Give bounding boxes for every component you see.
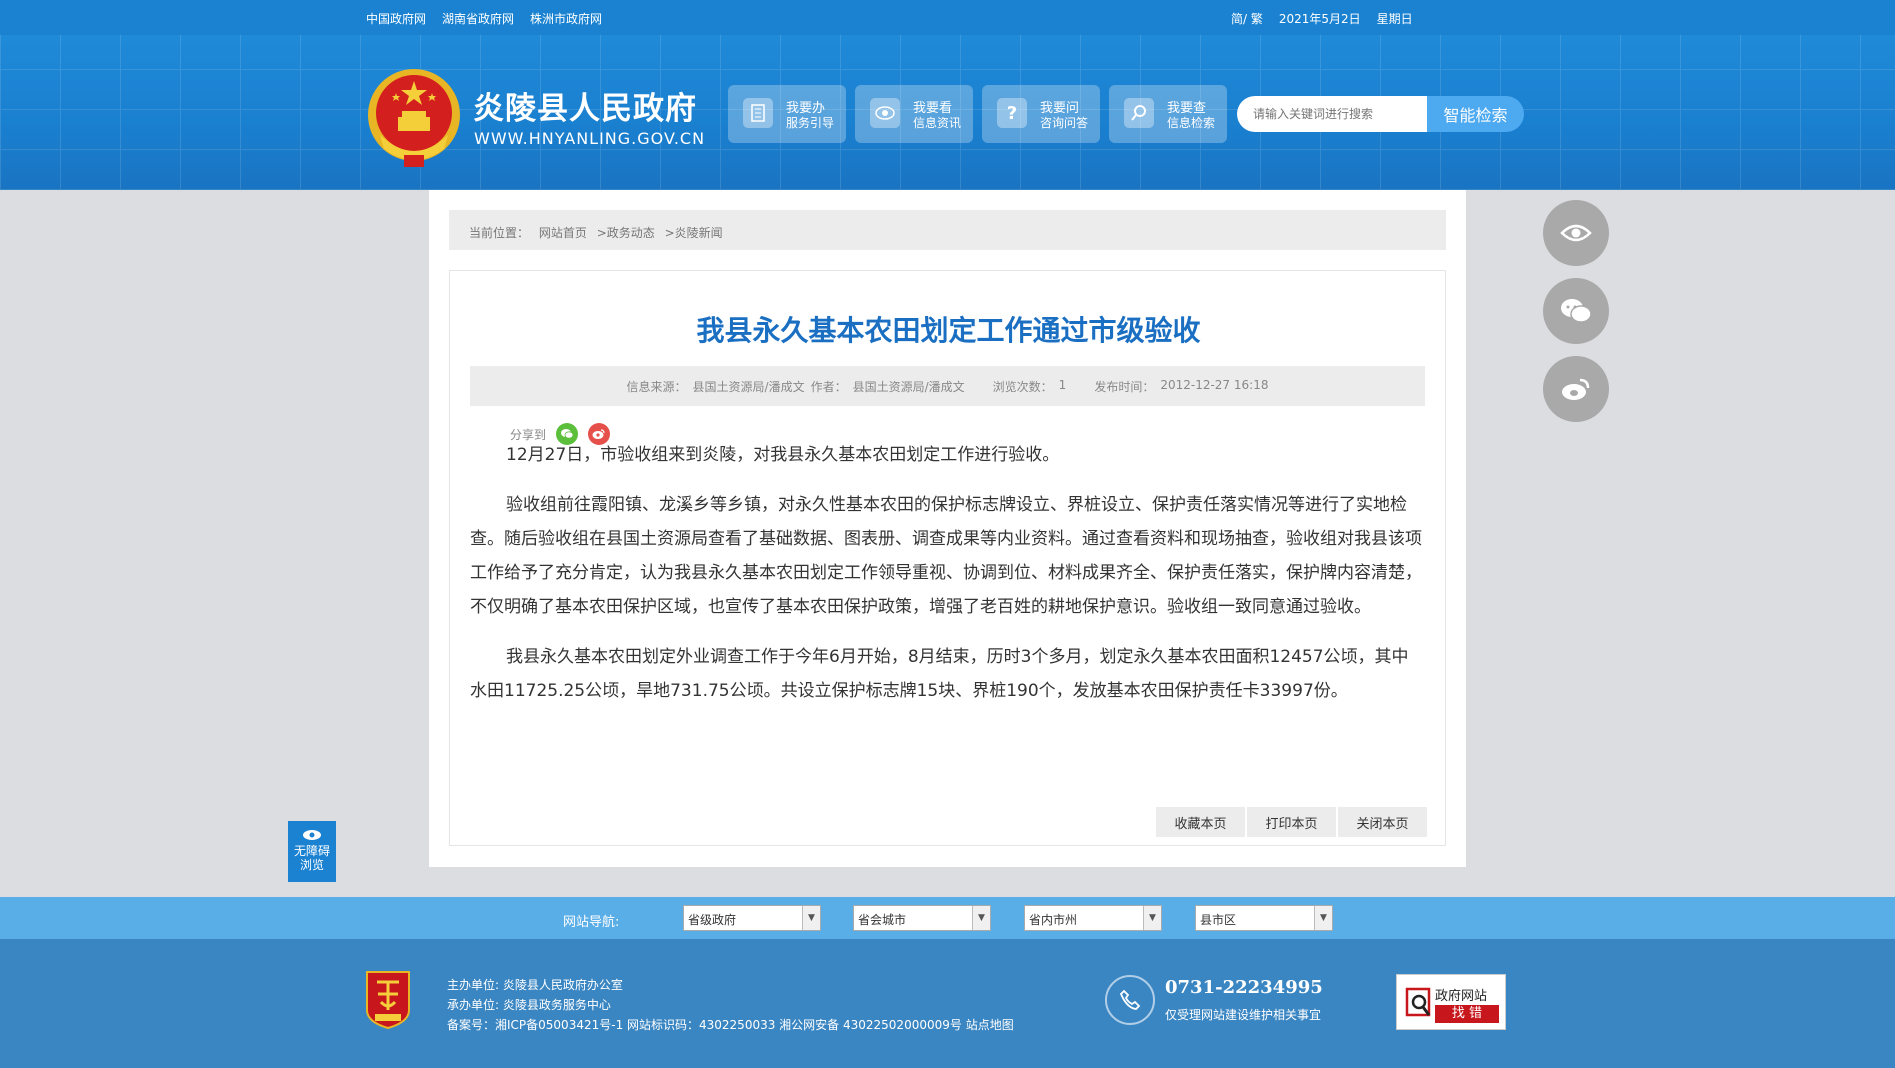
content-panel: 当前位置： 网站首页 >政务动态 >炎陵新闻 我县永久基本农田划定工作通过市级验… <box>429 190 1466 867</box>
breadcrumb-yanling-news[interactable]: >炎陵新闻 <box>665 226 723 240</box>
accessibility-button[interactable]: 无障碍 浏览 <box>288 821 336 882</box>
footer-info: 主办单位: 炎陵县人民政府办公室 承办单位: 炎陵县政务服务中心 备案号：湘IC… <box>447 975 1014 1035</box>
select-county[interactable]: 县市区 ▼ <box>1195 905 1333 931</box>
float-wechat-button[interactable] <box>1543 278 1609 344</box>
host-label: 主办单位: <box>447 978 500 992</box>
service-do-button[interactable]: 我要办 服务引导 <box>728 85 846 143</box>
record-info: 备案号：湘ICP备05003421号-1 网站标识码：4302250033 湘公… <box>447 1018 1014 1032</box>
chevron-down-icon: ▼ <box>972 906 990 930</box>
service-search-sub: 信息检索 <box>1167 116 1216 130</box>
article-actions: 收藏本页 打印本页 关闭本页 <box>1156 807 1427 837</box>
bookmark-button[interactable]: 收藏本页 <box>1156 807 1245 837</box>
article: 我县永久基本农田划定工作通过市级验收 信息来源： 县国土资源局/潘成文 作者： 县国… <box>449 270 1446 846</box>
national-emblem-icon <box>368 69 460 167</box>
article-body: 12月27日，市验收组来到炎陵，对我县永久基本农田划定工作进行验收。 验收组前往… <box>470 438 1425 724</box>
contact-phone: 0731-22234995 <box>1165 977 1323 998</box>
accessibility-label-1: 无障碍 <box>293 844 330 858</box>
report-line1: 政府网站 <box>1435 989 1488 1004</box>
chevron-down-icon: ▼ <box>802 906 820 930</box>
select-value: 省内市州 <box>1029 913 1078 927</box>
current-weekday: 星期日 <box>1376 12 1413 26</box>
select-province-gov[interactable]: 省级政府 ▼ <box>683 905 821 931</box>
breadcrumb-home[interactable]: 网站首页 <box>539 226 587 240</box>
breadcrumb: 当前位置： 网站首页 >政务动态 >炎陵新闻 <box>449 210 1446 250</box>
author-label: 作者： <box>810 379 847 394</box>
select-capital-city[interactable]: 省会城市 ▼ <box>853 905 991 931</box>
date-value: 2012-12-27 16:18 <box>1160 377 1269 392</box>
search-input[interactable] <box>1237 96 1427 132</box>
search-icon <box>1124 98 1154 128</box>
author-value: 县国土资源局/潘成文 <box>852 379 965 394</box>
link-hunan-gov[interactable]: 湖南省政府网 <box>442 10 514 27</box>
contact-phone-note: 仅受理网站建设维护相关事宜 <box>1165 1008 1322 1022</box>
source-value: 县国土资源局/潘成文 <box>692 379 805 394</box>
service-search-button[interactable]: 我要查 信息检索 <box>1109 85 1227 143</box>
eye-icon <box>1560 224 1592 242</box>
source-label: 信息来源： <box>626 379 687 394</box>
service-ask-sub: 咨询问答 <box>1040 116 1089 130</box>
service-view-sub: 信息资讯 <box>913 116 962 130</box>
chevron-down-icon: ▼ <box>1314 906 1332 930</box>
service-do-sub: 服务引导 <box>786 116 835 130</box>
views-label: 浏览次数： <box>992 379 1053 394</box>
link-zhuzhou-gov[interactable]: 株洲市政府网 <box>530 10 602 27</box>
document-icon <box>743 98 773 128</box>
report-error-button[interactable]: 政府网站 找 错 <box>1396 974 1506 1030</box>
print-button[interactable]: 打印本页 <box>1247 807 1336 837</box>
question-icon: ? <box>997 98 1027 128</box>
site-url: WWW.HNYANLING.GOV.CN <box>474 129 706 148</box>
date-label: 发布时间： <box>1094 379 1155 394</box>
phone-icon <box>1105 975 1155 1025</box>
service-view-button[interactable]: 我要看 信息资讯 <box>855 85 973 143</box>
report-line2: 找 错 <box>1435 1005 1499 1023</box>
eye-icon <box>870 98 900 128</box>
eye-icon <box>303 830 321 840</box>
float-eye-button[interactable] <box>1543 200 1609 266</box>
lang-toggle[interactable]: 简/ 繁 <box>1231 10 1263 27</box>
site-nav-label: 网站导航: <box>563 915 620 930</box>
article-paragraph: 验收组前往霞阳镇、龙溪乡等乡镇，对永久性基本农田的保护标志牌设立、界桩设立、保护… <box>470 495 1422 617</box>
organizer-value: 炎陵县政务服务中心 <box>502 998 611 1012</box>
site-nav-bar: 网站导航: 省级政府 ▼ 省会城市 ▼ 省内市州 ▼ 县市区 ▼ <box>0 897 1895 939</box>
site-header: 炎陵县人民政府 WWW.HNYANLING.GOV.CN 我要办 服务引导 我要… <box>0 35 1895 190</box>
top-bar: 中国政府网 湖南省政府网 株洲市政府网 简/ 繁 2021年5月2日 星期日 <box>0 0 1895 35</box>
select-province-city[interactable]: 省内市州 ▼ <box>1024 905 1162 931</box>
current-date: 2021年5月2日 <box>1278 12 1361 26</box>
select-value: 县市区 <box>1200 913 1237 927</box>
service-ask-button[interactable]: ? 我要问 咨询问答 <box>982 85 1100 143</box>
magnifier-icon <box>1405 987 1431 1017</box>
article-paragraph: 12月27日，市验收组来到炎陵，对我县永久基本农田划定工作进行验收。 <box>506 445 1060 465</box>
select-value: 省级政府 <box>688 913 737 927</box>
party-gov-badge-icon <box>366 971 410 1030</box>
article-meta: 信息来源： 县国土资源局/潘成文 作者： 县国土资源局/潘成文 浏览次数： 1 发布时… <box>470 366 1425 406</box>
host-value: 炎陵县人民政府办公室 <box>502 978 623 992</box>
site-footer: 主办单位: 炎陵县人民政府办公室 承办单位: 炎陵县政务服务中心 备案号：湘IC… <box>0 939 1895 1068</box>
wechat-icon <box>1561 299 1592 323</box>
top-links: 中国政府网 湖南省政府网 株洲市政府网 <box>366 10 602 27</box>
breadcrumb-news[interactable]: >政务动态 <box>597 226 655 240</box>
float-weibo-button[interactable] <box>1543 356 1609 422</box>
organizer-label: 承办单位: <box>447 998 500 1012</box>
link-china-gov[interactable]: 中国政府网 <box>366 10 426 27</box>
select-value: 省会城市 <box>858 913 907 927</box>
accessibility-label-2: 浏览 <box>299 858 324 872</box>
top-right: 简/ 繁 2021年5月2日 星期日 <box>1231 10 1413 27</box>
weibo-icon <box>1562 378 1590 400</box>
search-button[interactable]: 智能检索 <box>1427 96 1524 132</box>
article-title: 我县永久基本农田划定工作通过市级验收 <box>696 314 1201 347</box>
breadcrumb-label: 当前位置： <box>469 226 530 240</box>
views-value: 1 <box>1058 377 1067 392</box>
article-paragraph: 我县永久基本农田划定外业调查工作于今年6月开始，8月结束，历时3个多月，划定永久… <box>470 647 1409 701</box>
search-box: 智能检索 <box>1237 96 1524 132</box>
close-page-button[interactable]: 关闭本页 <box>1338 807 1427 837</box>
site-name: 炎陵县人民政府 <box>473 91 697 127</box>
chevron-down-icon: ▼ <box>1143 906 1161 930</box>
